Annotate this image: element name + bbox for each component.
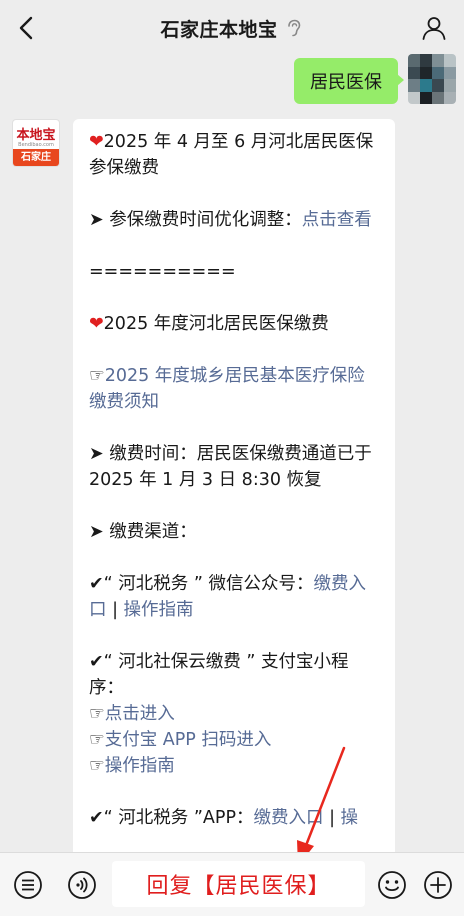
logo-domain: Bendibao.com — [18, 142, 54, 148]
view-link[interactable]: 点击查看 — [302, 210, 372, 230]
pointing-hand-icon: ☞ — [89, 366, 105, 386]
message-line: ☞支付宝 APP 扫码进入 — [89, 727, 381, 753]
heart-icon: ❤ — [89, 314, 104, 334]
app-payment-link[interactable]: 缴费入口 — [254, 808, 324, 828]
message-line: ☞2025 年度城乡居民基本医疗保险缴费须知 — [89, 363, 381, 415]
title-area: 石家庄本地宝 — [0, 0, 464, 56]
app-guide-link[interactable]: 操 — [341, 808, 359, 828]
emoji-icon[interactable] — [376, 869, 408, 901]
divider-text: ========== — [89, 262, 236, 282]
outgoing-message-bubble[interactable]: 居民医保 — [294, 58, 404, 104]
user-avatar[interactable] — [408, 54, 456, 104]
bottom-menu-bar: 回复【居民医保】 — [0, 852, 464, 916]
message-line: ☞点击进入 — [89, 701, 381, 727]
pointing-hand-icon: ☞ — [89, 756, 105, 776]
message-line: ✔“ 河北社保云缴费 ” 支付宝小程序： — [89, 652, 349, 698]
menu-list-icon[interactable] — [12, 869, 44, 901]
message-line: ❤2025 年度河北居民医保缴费 — [89, 314, 329, 334]
guide-link[interactable]: 操作指南 — [105, 756, 175, 776]
message-line: ❤2025 年 4 月至 6 月河北居民医保参保缴费 — [89, 132, 374, 178]
message-line: ☞操作指南 — [89, 753, 381, 779]
person-icon[interactable] — [418, 12, 450, 44]
alipay-scan-link[interactable]: 支付宝 APP 扫码进入 — [105, 730, 272, 750]
message-line: ✔“ 河北税务 ” 微信公众号：缴费入口 | 操作指南 — [89, 574, 366, 620]
enter-link[interactable]: 点击进入 — [105, 704, 175, 724]
sender-avatar[interactable]: 本地宝 Bendibao.com 石家庄 — [12, 119, 60, 167]
outgoing-message-row: 居民医保 — [0, 54, 464, 112]
incoming-message-bubble: ❤2025 年 4 月至 6 月河北居民医保参保缴费 ➤ 参保缴费时间优化调整：… — [73, 119, 395, 859]
notice-link[interactable]: 2025 年度城乡居民基本医疗保险缴费须知 — [89, 366, 365, 412]
guide-link[interactable]: 操作指南 — [124, 600, 194, 620]
plus-icon[interactable] — [422, 869, 454, 901]
pointing-hand-icon: ☞ — [89, 730, 105, 750]
message-line: ✔“ 河北税务 ”APP：缴费入口 | 操 — [89, 808, 359, 828]
chat-title: 石家庄本地宝 — [160, 18, 278, 41]
message-line: ➤ 缴费时间：居民医保缴费通道已于 2025 年 1 月 3 日 8:30 恢复 — [89, 444, 372, 490]
logo-name: 本地宝 — [16, 128, 56, 143]
voice-icon[interactable] — [66, 869, 98, 901]
reply-keyword-box[interactable]: 回复【居民医保】 — [112, 861, 365, 907]
pointing-hand-icon: ☞ — [89, 704, 105, 724]
nav-header: 石家庄本地宝 — [0, 0, 464, 56]
message-line: ➤ 参保缴费时间优化调整：点击查看 — [89, 210, 372, 230]
message-line: ➤ 缴费渠道： — [89, 522, 197, 542]
heart-icon: ❤ — [89, 132, 104, 152]
logo-city: 石家庄 — [13, 149, 59, 166]
ear-icon — [286, 19, 304, 37]
